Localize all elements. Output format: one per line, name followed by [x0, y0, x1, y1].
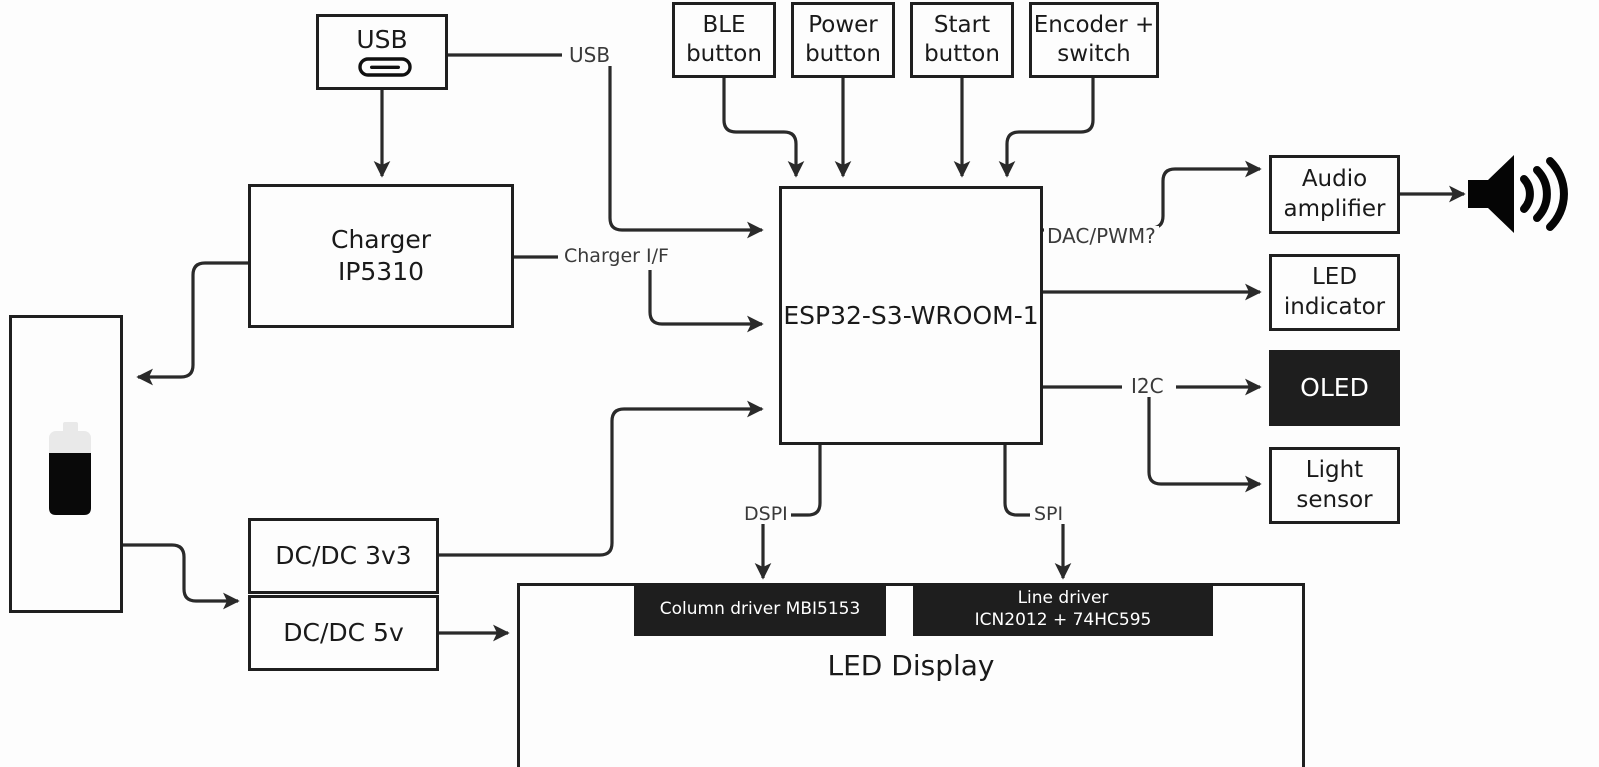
block-led-display-label: LED Display	[827, 649, 995, 682]
block-line-driver-line1: Line driver	[1017, 587, 1109, 608]
block-column-driver[interactable]: Column driver MBI5153	[634, 583, 886, 636]
wire-usb-to-mcu	[608, 66, 764, 239]
block-light-sensor-line2: sensor	[1296, 486, 1373, 513]
block-charger-line1: Charger	[331, 225, 431, 254]
wire-3v3-to-mcu	[439, 400, 764, 557]
block-usb[interactable]: USB	[316, 14, 448, 90]
block-dcdc-5v-label: DC/DC 5v	[283, 618, 404, 647]
wire-label-charger-if: Charger I/F	[561, 247, 672, 266]
block-audio-amplifier-line2: amplifier	[1283, 195, 1386, 222]
block-diagram-canvas: USB Charger IP5310 DC/DC 3v3 DC/DC 5v BL…	[0, 0, 1599, 767]
block-power-button-line1: Power	[808, 11, 878, 38]
block-ble-button-line2: button	[686, 41, 762, 67]
block-dcdc-3v3-label: DC/DC 3v3	[275, 541, 412, 570]
wire-i2c-to-light-sensor	[1147, 397, 1262, 493]
wire-label-i2c: I2C	[1128, 376, 1167, 396]
block-led-indicator-line2: indicator	[1283, 293, 1386, 320]
block-power-button[interactable]: Power button	[791, 2, 895, 78]
wire-dspi-stub	[790, 444, 822, 517]
speaker-icon	[1466, 153, 1570, 235]
wire-ble-to-mcu	[722, 77, 805, 178]
block-charger[interactable]: Charger IP5310	[248, 184, 514, 328]
wire-dacpwm-to-audio	[1150, 160, 1262, 230]
block-mcu-label: ESP32-S3-WROOM-1	[783, 300, 1039, 330]
block-mcu[interactable]: ESP32-S3-WROOM-1	[779, 186, 1043, 445]
block-line-driver-line2: ICN2012 + 74HC595	[974, 609, 1152, 630]
block-oled-label: OLED	[1300, 373, 1369, 402]
block-led-indicator[interactable]: LED indicator	[1269, 254, 1400, 331]
block-battery[interactable]	[9, 315, 123, 613]
wire-label-spi: SPI	[1031, 505, 1067, 524]
block-light-sensor-line1: Light	[1305, 457, 1364, 484]
block-ble-button-line1: BLE	[702, 11, 746, 38]
block-encoder-switch[interactable]: Encoder + switch	[1029, 2, 1159, 78]
wire-encoder-to-mcu	[998, 77, 1095, 178]
battery-icon	[41, 422, 99, 518]
wire-chargerif-to-mcu	[648, 270, 764, 333]
wire-charger-to-battery	[136, 261, 248, 386]
block-start-button-line2: button	[924, 41, 1000, 67]
block-charger-line2: IP5310	[337, 257, 425, 286]
block-light-sensor[interactable]: Light sensor	[1269, 447, 1400, 524]
wire-battery-to-dcdc	[123, 543, 240, 610]
wire-label-dspi: DSPI	[741, 505, 791, 524]
block-oled[interactable]: OLED	[1269, 350, 1400, 426]
block-audio-amplifier[interactable]: Audio amplifier	[1269, 155, 1400, 234]
block-power-button-line2: button	[805, 41, 881, 67]
block-usb-label: USB	[356, 25, 408, 54]
block-dcdc-3v3[interactable]: DC/DC 3v3	[248, 518, 439, 594]
usb-c-connector-icon	[345, 54, 425, 80]
block-line-driver[interactable]: Line driver ICN2012 + 74HC595	[913, 583, 1213, 636]
block-audio-amplifier-line1: Audio	[1301, 166, 1368, 193]
block-start-button-line1: Start	[933, 11, 991, 38]
block-dcdc-5v[interactable]: DC/DC 5v	[248, 595, 439, 671]
block-led-indicator-line1: LED	[1311, 264, 1358, 291]
block-ble-button[interactable]: BLE button	[672, 2, 776, 78]
wire-spi-stub	[1003, 444, 1030, 517]
block-encoder-switch-line2: switch	[1057, 41, 1131, 67]
block-start-button[interactable]: Start button	[910, 2, 1014, 78]
block-encoder-switch-line1: Encoder +	[1033, 11, 1155, 38]
wire-label-dac-pwm: DAC/PWM?	[1044, 226, 1159, 246]
wire-label-usb: USB	[566, 45, 614, 65]
block-column-driver-label: Column driver MBI5153	[659, 598, 861, 619]
